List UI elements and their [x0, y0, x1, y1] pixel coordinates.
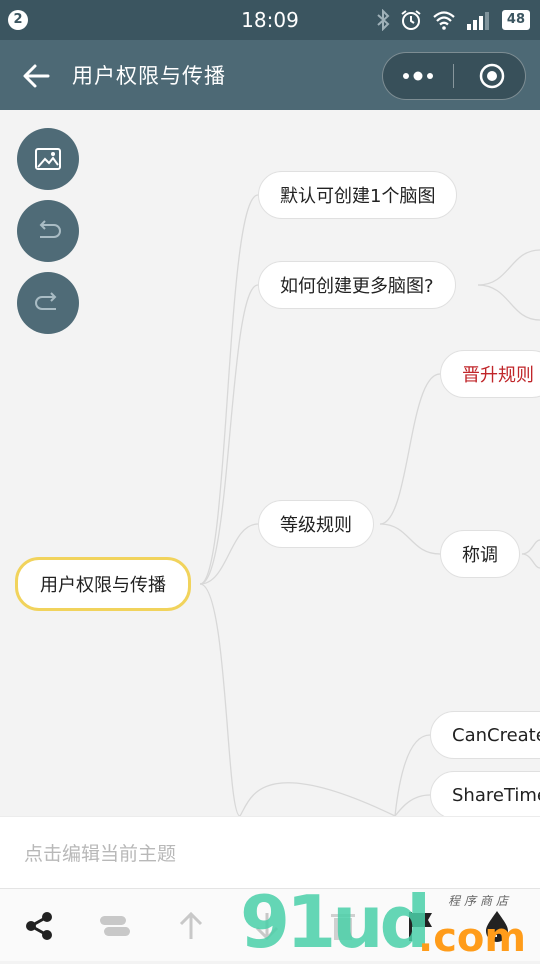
flag-icon	[409, 912, 432, 941]
redo-icon	[35, 292, 57, 310]
bluetooth-icon	[377, 9, 390, 31]
node-level-rules[interactable]: 等级规则	[258, 500, 374, 548]
share-icon	[26, 912, 52, 940]
node-how-more[interactable]: 如何创建更多脑图?	[258, 261, 456, 309]
arrow-up-icon	[179, 911, 203, 939]
alarm-icon	[401, 10, 421, 30]
undo-icon	[39, 220, 61, 238]
move-down-button[interactable]	[250, 909, 284, 943]
color-drop-icon	[486, 911, 508, 942]
node-root[interactable]: 用户权限与传播	[15, 557, 191, 611]
status-icons: 48	[376, 8, 530, 32]
node-default-create[interactable]: 默认可创建1个脑图	[258, 171, 458, 219]
node-can-create[interactable]: CanCreate	[430, 711, 540, 759]
nav-bar: 用户权限与传播	[0, 40, 540, 110]
topic-edit-bar	[0, 816, 540, 889]
arrow-down-icon	[255, 913, 279, 941]
insert-image-button[interactable]	[17, 128, 79, 190]
flag-button[interactable]	[404, 909, 438, 943]
trash-icon	[331, 914, 355, 940]
mindmap-canvas[interactable]: 默认可创建1个脑图 如何创建更多脑图? 晋升规则 等级规则 称调 用户权限与传播…	[0, 110, 540, 816]
more-dots-icon	[403, 71, 433, 81]
back-arrow-icon	[23, 64, 50, 88]
node-share-time[interactable]: ShareTime	[430, 771, 540, 816]
miniapp-capsule	[382, 52, 526, 100]
layers-icon	[100, 916, 130, 936]
redo-button[interactable]	[17, 272, 79, 334]
node-upgrade-rules[interactable]: 晋升规则	[440, 350, 540, 398]
status-bar: 2 18:09 48	[0, 0, 540, 40]
bottom-toolbar	[0, 888, 540, 961]
toggle-style-button[interactable]	[98, 909, 132, 943]
node-title[interactable]: 称调	[440, 530, 520, 578]
topic-edit-input[interactable]	[22, 835, 516, 873]
target-close-icon	[479, 63, 505, 89]
move-up-button[interactable]	[174, 909, 208, 943]
battery-indicator: 48	[501, 10, 530, 30]
more-button[interactable]	[383, 53, 453, 99]
page-title: 用户权限与传播	[72, 64, 226, 88]
share-button[interactable]	[22, 909, 56, 943]
color-button[interactable]	[480, 909, 514, 943]
wifi-icon	[433, 11, 455, 30]
close-miniapp-button[interactable]	[454, 53, 524, 99]
signal-icon	[466, 12, 489, 30]
back-button[interactable]	[20, 60, 52, 92]
image-icon	[35, 148, 61, 170]
undo-button[interactable]	[17, 200, 79, 262]
delete-button[interactable]	[326, 909, 360, 943]
